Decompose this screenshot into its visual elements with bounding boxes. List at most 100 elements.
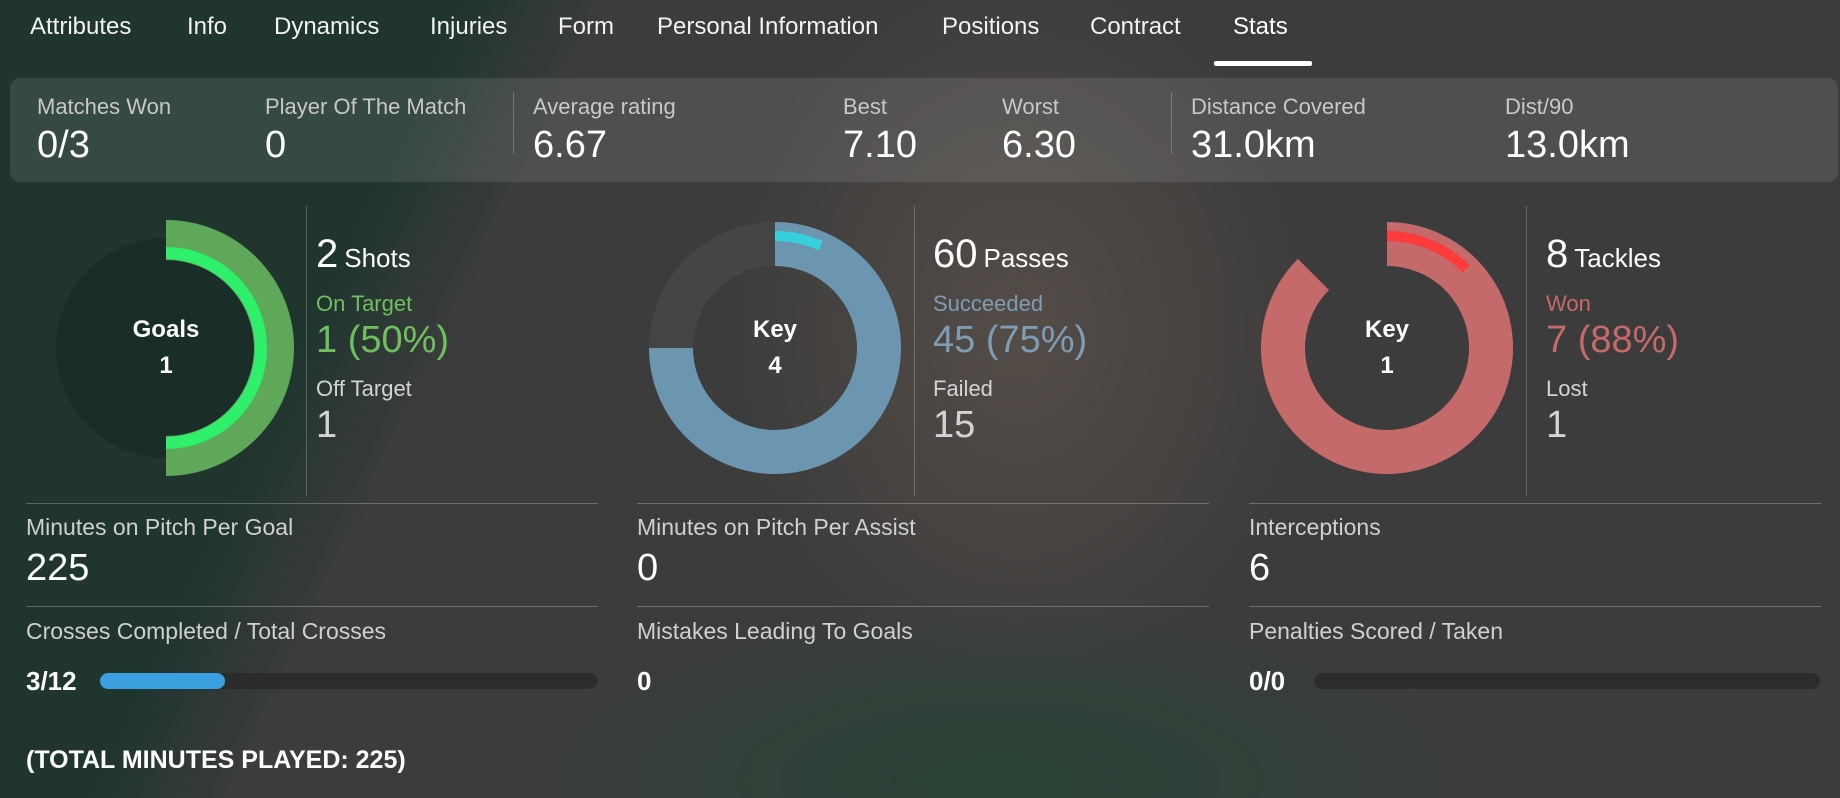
stat-label: Matches Won	[37, 94, 172, 119]
failed-label: Failed	[933, 376, 993, 401]
shots-stats: 2 Shots On Target 1 (50%) Off Target 1	[316, 232, 449, 447]
stat-label: Penalties Scored / Taken	[1249, 618, 1504, 644]
divider	[26, 503, 598, 504]
failed-value: 15	[933, 404, 976, 446]
stat-value: 6.30	[1002, 124, 1076, 166]
donut-title: Key	[1364, 316, 1410, 343]
divider	[637, 606, 1209, 607]
tab-stats[interactable]: Stats	[1233, 13, 1288, 41]
shots-unit: Shots	[344, 243, 411, 273]
penalties-value-row: 0/0	[1249, 666, 1285, 697]
tackles-donut-chart	[1261, 222, 1513, 474]
donut-title: Key	[752, 316, 798, 343]
passes-count: 60	[933, 232, 978, 276]
divider	[1249, 503, 1821, 504]
stat-value: 0/3	[37, 124, 90, 166]
tab-bar: Attributes Info Dynamics Injuries Form P…	[0, 0, 1840, 72]
stat-value: 0	[265, 124, 287, 166]
stat-label: Best	[843, 94, 888, 119]
interceptions: Interceptions 6	[1249, 514, 1381, 590]
lost-label: Lost	[1546, 376, 1588, 401]
stat-label: Interceptions	[1249, 514, 1381, 540]
stat-value: 225	[26, 547, 90, 589]
stat-label: Distance Covered	[1191, 94, 1366, 119]
stat-distance-covered: Distance Covered 31.0km	[1191, 94, 1366, 167]
divider	[1526, 206, 1527, 496]
tab-form[interactable]: Form	[558, 13, 614, 41]
off-target-label: Off Target	[316, 376, 412, 401]
mins-per-goal: Minutes on Pitch Per Goal 225	[26, 514, 293, 590]
crosses-bar-fill	[100, 673, 225, 689]
stat-label: Worst	[1002, 94, 1060, 119]
on-target-value: 1 (50%)	[316, 319, 450, 361]
crosses-value-row: 3/12	[26, 666, 77, 697]
passes-count-row: 60 Passes	[933, 232, 1087, 277]
shots-count: 2	[316, 232, 339, 276]
goals-donut-chart	[56, 220, 294, 476]
tackles-donut: Key 1	[1257, 218, 1517, 478]
stat-label: Minutes on Pitch Per Assist	[637, 514, 916, 540]
stat-dist-per-90: Dist/90 13.0km	[1505, 94, 1630, 167]
donut-value: 4	[768, 352, 782, 379]
succeeded-value: 45 (75%)	[933, 319, 1088, 361]
divider	[914, 206, 915, 496]
tab-positions[interactable]: Positions	[942, 13, 1039, 41]
stat-label: Mistakes Leading To Goals	[637, 618, 913, 644]
donut-value: 1	[159, 352, 173, 379]
stat-value: 7.10	[843, 124, 917, 166]
tab-attributes[interactable]: Attributes	[30, 13, 131, 41]
stat-value: 6	[1249, 547, 1271, 589]
donut-title: Goals	[132, 316, 200, 343]
stat-best: Best 7.10	[843, 94, 917, 167]
divider	[513, 92, 514, 154]
passes-donut-chart	[649, 222, 901, 474]
tab-personal-information[interactable]: Personal Information	[657, 13, 878, 41]
stat-label: Average rating	[533, 94, 676, 119]
stat-average-rating: Average rating 6.67	[533, 94, 676, 167]
penalties-bar	[1314, 673, 1820, 689]
passes-unit: Passes	[983, 243, 1069, 273]
crosses-bar	[100, 673, 598, 689]
penalties: Penalties Scored / Taken	[1249, 618, 1503, 645]
total-minutes-played: (TOTAL MINUTES PLAYED: 225)	[26, 746, 406, 774]
passes-stats: 60 Passes Succeeded 45 (75%) Failed 15	[933, 232, 1087, 447]
tackles-stats: 8 Tackles Won 7 (88%) Lost 1	[1546, 232, 1679, 447]
stat-value: 0/0	[1249, 666, 1286, 696]
tab-info[interactable]: Info	[187, 13, 227, 41]
stat-value: 3/12	[26, 666, 77, 696]
tab-contract[interactable]: Contract	[1090, 13, 1181, 41]
stat-worst: Worst 6.30	[1002, 94, 1076, 167]
stat-value: 31.0km	[1191, 124, 1316, 166]
divider	[26, 606, 598, 607]
stat-value: 0	[637, 547, 659, 589]
stat-label: Minutes on Pitch Per Goal	[26, 514, 294, 540]
shots-count-row: 2 Shots	[316, 232, 449, 277]
off-target-value: 1	[316, 404, 338, 446]
tab-injuries[interactable]: Injuries	[430, 13, 507, 41]
crosses: Crosses Completed / Total Crosses	[26, 618, 386, 645]
won-value: 7 (88%)	[1546, 319, 1680, 361]
stat-matches-won: Matches Won 0/3	[37, 94, 171, 167]
stat-value: 0	[637, 666, 652, 696]
on-target-label: On Target	[316, 291, 413, 316]
won-label: Won	[1546, 291, 1591, 316]
summary-bar: Matches Won 0/3 Player Of The Match 0 Av…	[10, 78, 1838, 182]
divider	[637, 503, 1209, 504]
stat-label: Crosses Completed / Total Crosses	[26, 618, 387, 644]
stat-player-of-the-match: Player Of The Match 0	[265, 94, 466, 167]
stat-value: 13.0km	[1505, 124, 1630, 166]
mins-per-assist: Minutes on Pitch Per Assist 0	[637, 514, 916, 590]
tab-dynamics[interactable]: Dynamics	[274, 13, 379, 41]
stat-label: Dist/90	[1505, 94, 1574, 119]
mistakes: Mistakes Leading To Goals	[637, 618, 913, 645]
tackles-count-row: 8 Tackles	[1546, 232, 1679, 277]
mistakes-value-row: 0	[637, 666, 651, 697]
donut-value: 1	[1380, 352, 1394, 379]
tackles-count: 8	[1546, 232, 1569, 276]
divider	[1249, 606, 1821, 607]
stat-label: Player Of The Match	[265, 94, 467, 119]
tackles-won-arc	[1261, 222, 1513, 474]
active-tab-indicator	[1214, 61, 1312, 66]
divider	[306, 206, 307, 496]
tackles-unit: Tackles	[1574, 243, 1661, 273]
